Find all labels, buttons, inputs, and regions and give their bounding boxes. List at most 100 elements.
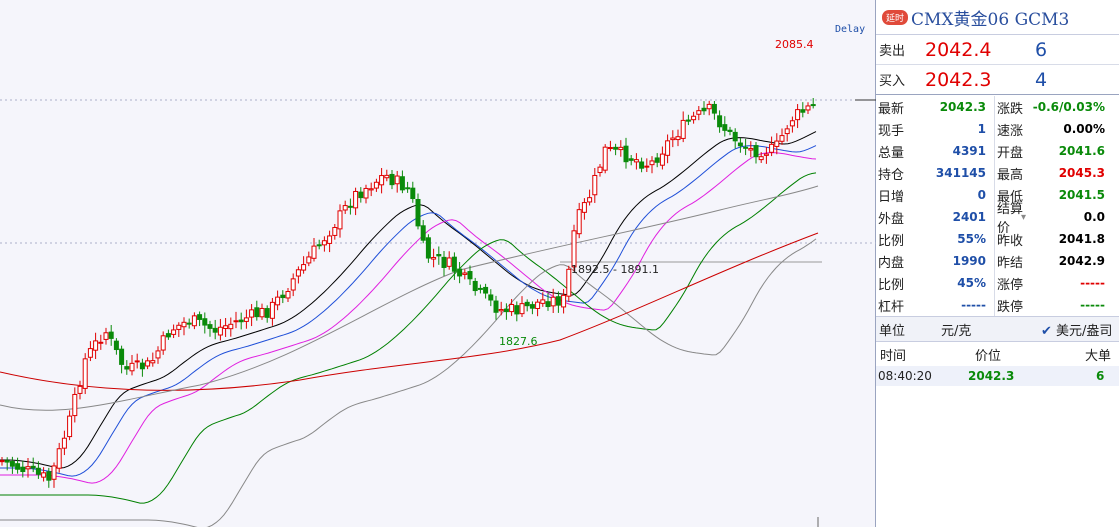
quote-value: ----- — [1080, 276, 1105, 290]
candle-body — [290, 278, 296, 291]
candle-body — [410, 187, 416, 200]
moving-average-line — [0, 185, 819, 411]
quote-label: 最高 — [997, 167, 1024, 183]
chevron-down-icon[interactable]: ▾ — [1021, 212, 1035, 223]
candle-body — [389, 173, 395, 186]
candle-body — [301, 264, 307, 271]
candle-body — [399, 176, 405, 191]
moving-average-line — [0, 152, 817, 484]
candle-body — [249, 309, 255, 318]
candle-body — [212, 327, 218, 333]
candle-body — [35, 467, 41, 475]
candle-body — [87, 348, 93, 358]
quote-value: 0.0 — [1083, 210, 1105, 224]
candle-body — [420, 225, 426, 241]
candle-body — [327, 235, 333, 244]
quote-value: -0.6/0.03% — [1032, 100, 1105, 114]
panel-header: 延时 CMX黄金06 GCM3 — [876, 0, 1119, 35]
trades-time-header: 时间 — [880, 348, 907, 364]
candle-body — [581, 202, 587, 213]
quote-cell: 最新 2042.3 — [876, 96, 995, 118]
candle-body — [223, 325, 229, 329]
candle-body — [659, 153, 665, 166]
quote-cell: 跌停 ----- — [995, 294, 1113, 316]
candle-body — [20, 466, 26, 473]
candle-body — [446, 257, 452, 267]
candle-body — [774, 140, 780, 147]
quote-cell: 最高 2045.3 — [995, 162, 1113, 184]
candle-body — [701, 107, 707, 112]
quote-value: ----- — [961, 298, 986, 312]
candle-body — [472, 280, 478, 292]
quote-value: 45% — [957, 276, 986, 290]
candle-body — [602, 146, 608, 171]
quote-label: 昨结 — [997, 255, 1024, 271]
candle-body — [571, 230, 577, 268]
candlestick-svg[interactable]: Delay 2085.4 1827.6 1892.5 - 1891.1 — [0, 0, 876, 527]
high-annotation: 2085.4 — [775, 38, 814, 51]
bid-price: 2042.3 — [925, 68, 992, 91]
candle-body — [269, 301, 275, 319]
candle-body — [191, 315, 197, 327]
candle-body — [561, 294, 567, 308]
candle-body — [56, 448, 62, 469]
quote-value: 4391 — [952, 144, 986, 158]
check-icon: ✔ — [1041, 323, 1052, 339]
currency-toggle[interactable]: ✔ 美元/盎司 — [1041, 320, 1112, 339]
quote-cell: 外盘 2401 — [876, 206, 995, 228]
candle-body — [529, 304, 535, 309]
trade-size: 6 — [1096, 369, 1105, 383]
candle-body — [722, 124, 728, 131]
candle-body — [675, 136, 681, 141]
candle-body — [441, 256, 447, 268]
candle-body — [540, 299, 546, 304]
moving-average-line — [0, 145, 817, 477]
candle-body — [483, 286, 489, 294]
candle-body — [805, 105, 811, 111]
candle-body — [639, 161, 645, 169]
candle-body — [519, 303, 525, 315]
quote-row: 比例 45% 涨停 ----- — [876, 272, 1119, 294]
quote-label: 内盘 — [878, 255, 905, 271]
quote-label: 开盘 — [997, 145, 1024, 161]
candle-body — [394, 175, 400, 185]
quote-row: 总量 4391 开盘 2041.6 — [876, 140, 1119, 162]
candle-body — [425, 237, 431, 259]
quote-cell: 昨收 2041.8 — [995, 228, 1113, 250]
quote-cell: 涨跌 -0.6/0.03% — [995, 96, 1113, 118]
candle-body — [285, 291, 291, 299]
candle-body — [628, 158, 634, 161]
candle-body — [607, 147, 613, 150]
kline-chart[interactable]: Delay 2085.4 1827.6 1892.5 - 1891.1 — [0, 0, 876, 527]
candle-body — [316, 244, 322, 247]
candle-body — [347, 205, 353, 208]
candle-body — [706, 103, 712, 110]
candle-body — [145, 360, 151, 367]
currency-option: 美元/盎司 — [1056, 323, 1113, 339]
candle-body — [207, 324, 213, 329]
quote-row: 内盘 1990 昨结 2042.9 — [876, 250, 1119, 272]
moving-average-line — [0, 232, 819, 391]
candle-body — [587, 197, 593, 203]
quote-value: 2041.5 — [1058, 188, 1105, 202]
candle-body — [155, 350, 161, 359]
quote-row: 现手 1 速涨 0.00% — [876, 118, 1119, 140]
candle-body — [337, 210, 343, 230]
candle-body — [649, 160, 655, 166]
candle-body — [275, 296, 281, 306]
instrument-title: CMX黄金06 GCM3 — [911, 9, 1070, 30]
candle-body — [743, 146, 749, 149]
candle-body — [93, 340, 99, 351]
quote-value: 341145 — [935, 166, 986, 180]
delay-label: Delay — [835, 24, 865, 35]
candle-body — [795, 109, 801, 121]
quote-cell: 比例 45% — [876, 272, 995, 294]
candle-body — [462, 272, 468, 275]
candle-body — [618, 146, 624, 151]
candle-body — [51, 465, 57, 480]
candle-body — [576, 209, 582, 235]
quote-cell: 比例 55% — [876, 228, 995, 250]
candle-body — [711, 103, 717, 114]
quote-cell: 结算价 ▾ 0.0 — [995, 202, 1113, 236]
moving-average-line — [0, 238, 817, 527]
